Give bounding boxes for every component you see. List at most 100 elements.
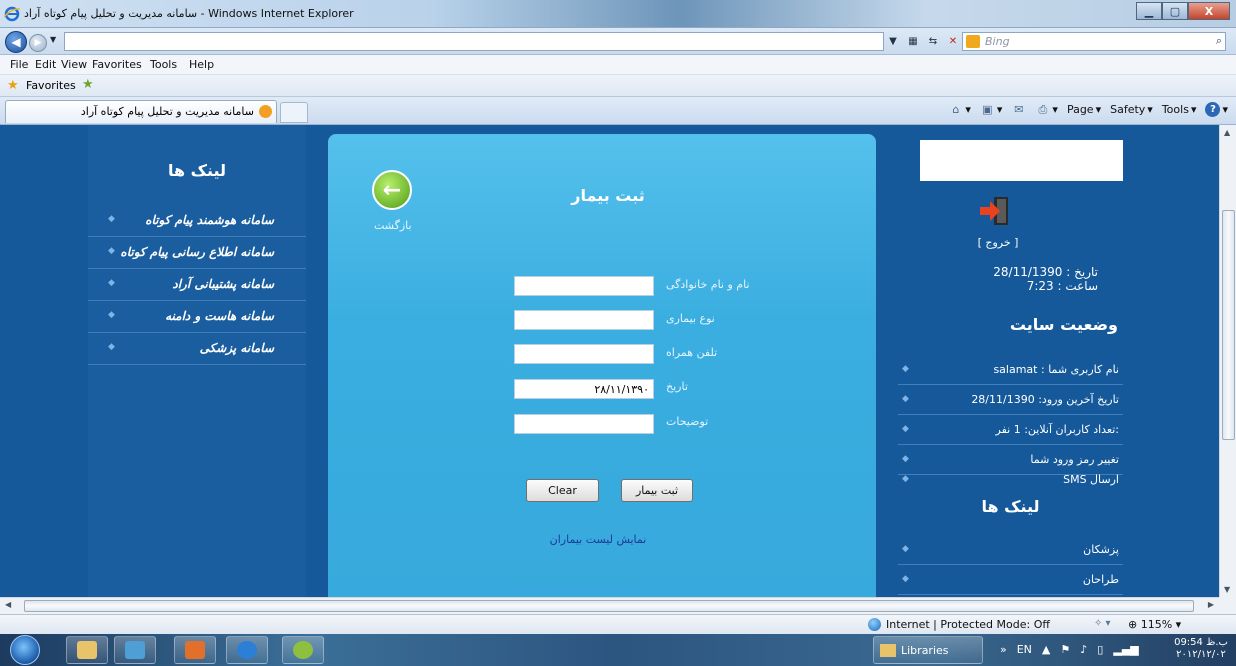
- safety-menu-label: Safety: [1110, 103, 1146, 116]
- back-label[interactable]: بازگشت: [374, 219, 412, 232]
- horizontal-scroll-thumb[interactable]: [24, 600, 1194, 612]
- volume-icon[interactable]: ♪: [1080, 643, 1087, 656]
- page-viewport: لینک ها ◆ سامانه هوشمند پیام کوتاه ◆ سام…: [0, 125, 1219, 597]
- mail-button[interactable]: ✉: [1011, 102, 1026, 117]
- url-dropdown-icon[interactable]: ▼: [885, 33, 901, 49]
- bing-icon: [966, 35, 980, 48]
- back-button[interactable]: ◀: [5, 31, 27, 53]
- status-item-label: نام کاربری شما : salamat: [993, 363, 1119, 376]
- horizontal-scrollbar[interactable]: ◀ ▶: [0, 597, 1219, 614]
- date-input[interactable]: [514, 379, 654, 399]
- taskbar-libraries[interactable]: Libraries: [873, 636, 983, 664]
- libraries-icon: [880, 643, 896, 657]
- left-link-label: سامانه پشتیبانی آراد: [172, 277, 274, 291]
- protected-mode-icon[interactable]: ✧ ▾: [1094, 618, 1111, 629]
- language-indicator[interactable]: EN: [1017, 643, 1032, 656]
- help-menu[interactable]: ? ▾: [1205, 102, 1228, 117]
- feeds-button[interactable]: ▣ ▾: [980, 102, 1002, 117]
- menu-favorites[interactable]: Favorites: [92, 58, 142, 71]
- banner-placeholder: [920, 140, 1123, 181]
- bullet-icon: ◆: [902, 454, 909, 464]
- minimize-button[interactable]: ▁: [1136, 2, 1162, 20]
- windows-taskbar: Libraries » EN ▲ ⚑ ♪ ▯ ▂▄▆ 09:54 ب.ظ ۲۰۱…: [0, 634, 1236, 666]
- right-link-item[interactable]: ◆ پزشکان: [898, 535, 1123, 565]
- menu-tools[interactable]: Tools: [150, 58, 177, 71]
- taskbar-clock[interactable]: 09:54 ب.ظ ۲۰۱۲/۱۲/۰۲: [1170, 637, 1232, 661]
- left-links-column: لینک ها ◆ سامانه هوشمند پیام کوتاه ◆ سام…: [88, 125, 306, 597]
- taskbar-explorer[interactable]: [66, 636, 108, 664]
- patient-form-panel: ← بازگشت ثبت بیمار نام و نام خانوادگی نو…: [328, 134, 876, 597]
- current-date: تاریخ : 28/11/1390: [993, 265, 1098, 279]
- globe-icon: [868, 618, 881, 631]
- register-patient-button[interactable]: ثبت بیمار: [621, 479, 693, 502]
- tools-menu[interactable]: Tools ▾: [1162, 103, 1197, 116]
- left-link-item[interactable]: ◆ سامانه پزشکی: [88, 333, 306, 365]
- left-link-item[interactable]: ◆ سامانه هوشمند پیام کوتاه: [88, 205, 306, 237]
- window-controls: ▁ ▢ X: [1136, 2, 1230, 20]
- favorites-button[interactable]: Favorites: [26, 79, 76, 92]
- refresh-icon[interactable]: ⇆: [925, 33, 941, 49]
- close-button[interactable]: X: [1188, 2, 1230, 20]
- print-button[interactable]: ⎙ ▾: [1035, 102, 1058, 117]
- favorites-bar: ★ Favorites ★: [0, 75, 1236, 97]
- back-arrow-button[interactable]: ←: [372, 170, 412, 210]
- tray-expand-icon[interactable]: »: [1000, 643, 1007, 656]
- right-link-item[interactable]: ◆ طراحان: [898, 565, 1123, 595]
- taskbar-paint[interactable]: [282, 636, 324, 664]
- mobile-input[interactable]: [514, 344, 654, 364]
- tab-current[interactable]: سامانه مدیریت و تحلیل پیام کوتاه آراد: [5, 100, 277, 123]
- search-icon[interactable]: ⌕: [1216, 34, 1222, 48]
- vertical-scroll-thumb[interactable]: [1222, 210, 1235, 440]
- start-button[interactable]: [10, 635, 40, 665]
- stop-icon[interactable]: ✕: [945, 33, 961, 49]
- description-input[interactable]: [514, 414, 654, 434]
- menu-file[interactable]: File: [10, 58, 28, 71]
- zoom-level[interactable]: ⊕ 115% ▾: [1128, 618, 1181, 631]
- compat-view-icon[interactable]: ▦: [905, 33, 921, 49]
- scroll-down-icon[interactable]: ▼: [1224, 585, 1230, 594]
- taskbar-ie[interactable]: [226, 636, 268, 664]
- forward-button[interactable]: ▶: [29, 34, 47, 52]
- signal-icon[interactable]: ▂▄▆: [1113, 643, 1138, 656]
- scroll-right-icon[interactable]: ▶: [1208, 600, 1214, 609]
- taskbar-app-2[interactable]: [114, 636, 156, 664]
- safety-menu[interactable]: Safety ▾: [1110, 103, 1153, 116]
- vertical-scrollbar[interactable]: ▲ ▼: [1219, 125, 1236, 597]
- disease-type-input[interactable]: [514, 310, 654, 330]
- left-links-title: لینک ها: [167, 161, 227, 180]
- security-zone[interactable]: Internet | Protected Mode: Off: [868, 618, 1050, 631]
- scroll-left-icon[interactable]: ◀: [5, 600, 11, 609]
- menu-edit[interactable]: Edit: [35, 58, 56, 71]
- patient-list-link[interactable]: نمایش لیست بیماران: [528, 533, 668, 546]
- new-tab-button[interactable]: [280, 102, 308, 123]
- right-link-label: طراحان: [1082, 573, 1119, 586]
- mail-icon: ✉: [1014, 103, 1024, 116]
- exit-door-icon[interactable]: [978, 195, 1012, 227]
- send-sms-link[interactable]: ◆ ارسال SMS: [898, 465, 1123, 495]
- left-link-item[interactable]: ◆ سامانه پشتیبانی آراد: [88, 269, 306, 301]
- scroll-up-icon[interactable]: ▲: [1224, 128, 1230, 137]
- search-box[interactable]: Bing ⌕: [962, 32, 1226, 51]
- favorites-star-icon[interactable]: ★: [7, 78, 19, 93]
- tab-title: سامانه مدیریت و تحلیل پیام کوتاه آراد: [80, 105, 254, 118]
- menu-view[interactable]: View: [61, 58, 87, 71]
- history-dropdown[interactable]: ▼: [50, 35, 56, 44]
- command-bar: ⌂ ▾ ▣ ▾ ✉ ⎙ ▾ Page ▾ Safety ▾ Tools ▾ ? ▾: [948, 102, 1228, 117]
- network-flag-icon[interactable]: ⚑: [1060, 643, 1070, 656]
- url-input[interactable]: [64, 32, 884, 51]
- home-button[interactable]: ⌂ ▾: [948, 102, 971, 117]
- clear-button[interactable]: Clear: [526, 479, 599, 502]
- left-link-item[interactable]: ◆ سامانه هاست و دامنه: [88, 301, 306, 333]
- fullname-input[interactable]: [514, 276, 654, 296]
- maximize-button[interactable]: ▢: [1162, 2, 1188, 20]
- arrow-left-icon: ◀: [11, 35, 21, 49]
- tray-up-icon[interactable]: ▲: [1042, 643, 1050, 656]
- ie-icon: [237, 641, 257, 659]
- left-link-item[interactable]: ◆ سامانه اطلاع رسانی پیام کوتاه: [88, 237, 306, 269]
- logout-link[interactable]: [ خروج ]: [958, 236, 1038, 249]
- taskbar-media[interactable]: [174, 636, 216, 664]
- menu-help[interactable]: Help: [189, 58, 214, 71]
- add-favorite-icon[interactable]: ★: [82, 77, 94, 92]
- battery-icon[interactable]: ▯: [1097, 643, 1103, 656]
- page-menu[interactable]: Page ▾: [1067, 103, 1101, 116]
